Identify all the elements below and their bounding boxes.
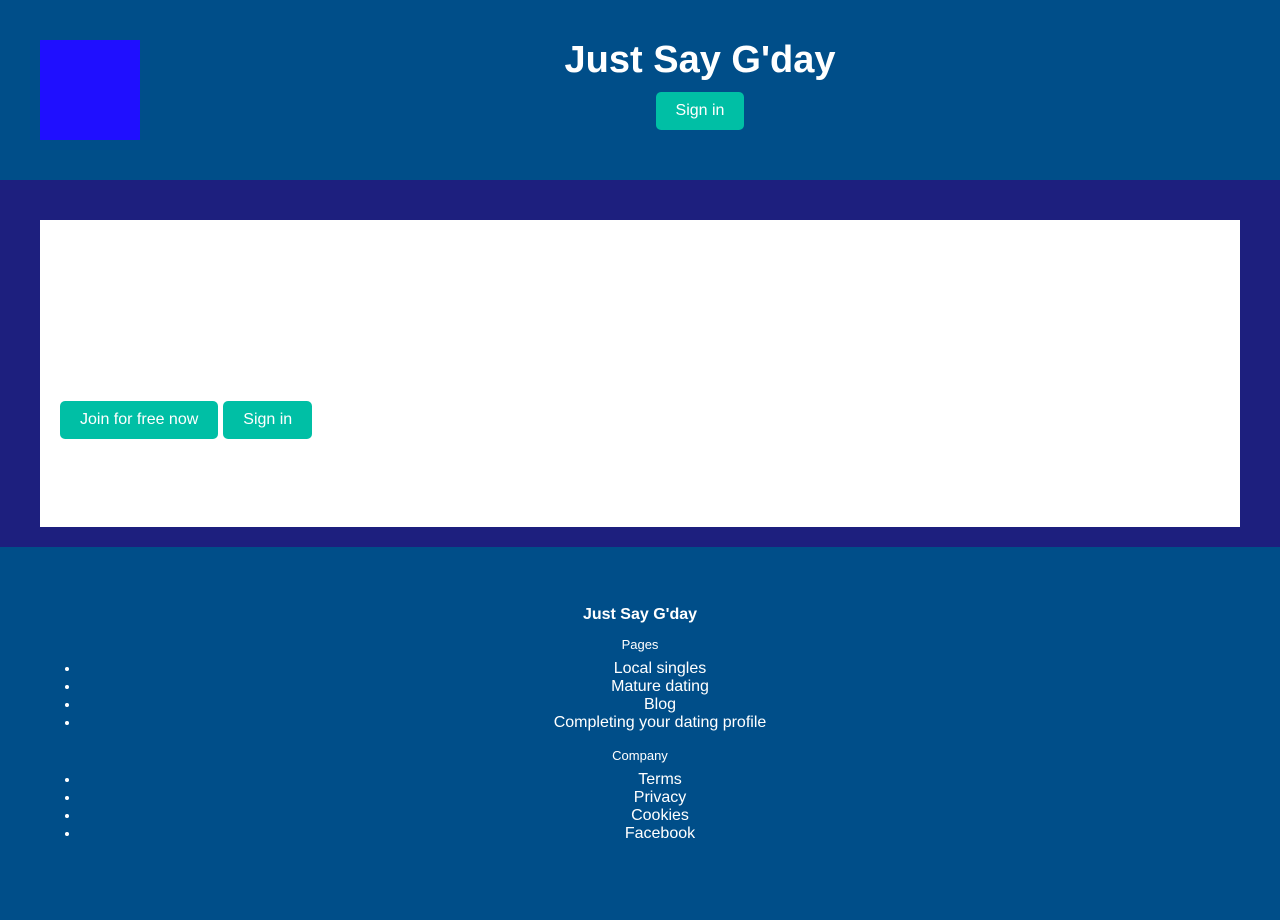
- footer-pages-heading: Pages: [621, 637, 659, 652]
- hero-actions: Join for free now Sign in: [60, 401, 313, 439]
- footer-company-heading: Company: [612, 748, 668, 763]
- footer-link-privacy[interactable]: Privacy: [80, 789, 1240, 807]
- hero-card: Join for free now Sign in: [40, 220, 1240, 527]
- site-title: Just Say G'day: [564, 39, 836, 81]
- footer-link-blog[interactable]: Blog: [80, 696, 1240, 714]
- footer-link-mature-dating[interactable]: Mature dating: [80, 678, 1240, 696]
- header-sign-in-button[interactable]: Sign in: [656, 92, 744, 130]
- site-footer: Just Say G'day Pages Local singles Matur…: [0, 547, 1280, 920]
- site-header: Just Say G'day Sign in: [0, 0, 1280, 180]
- footer-link-cookies[interactable]: Cookies: [80, 807, 1240, 825]
- footer-pages-list: Local singles Mature dating Blog Complet…: [40, 660, 1240, 732]
- footer-link-terms[interactable]: Terms: [80, 771, 1240, 789]
- footer-link-local-singles[interactable]: Local singles: [80, 660, 1240, 678]
- footer-link-facebook[interactable]: Facebook: [80, 825, 1240, 843]
- footer-company-list: Terms Privacy Cookies Facebook: [40, 771, 1240, 843]
- footer-content: Just Say G'day Pages Local singles Matur…: [40, 603, 1240, 843]
- footer-link-completing-profile[interactable]: Completing your dating profile: [80, 714, 1240, 732]
- footer-brand: Just Say G'day: [582, 606, 698, 623]
- hero-section: Join for free now Sign in: [0, 180, 1280, 547]
- join-free-button[interactable]: Join for free now: [60, 401, 219, 439]
- hero-sign-in-button[interactable]: Sign in: [223, 401, 313, 439]
